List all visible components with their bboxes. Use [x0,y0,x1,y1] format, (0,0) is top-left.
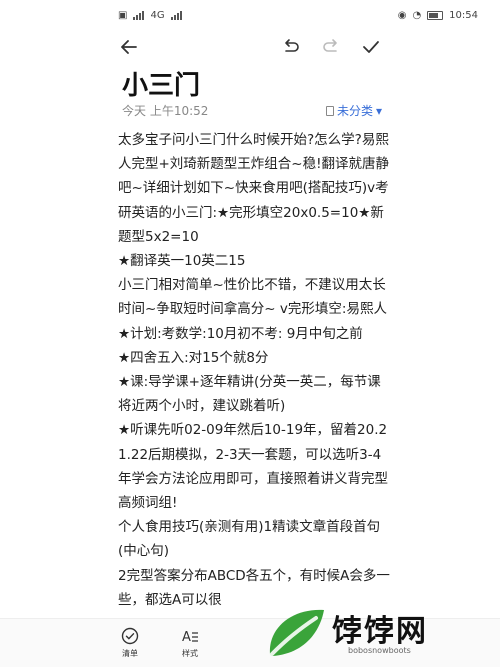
watermark-logo: 饽饽网 bobosnowboots [262,600,482,666]
editor-toolbar [0,32,500,62]
note-paragraph: 个人食用技巧(亲测有用)1精读文章首段首句(中心句) [118,519,381,560]
note-body[interactable]: 太多宝子问小三门什么时候开始?怎么学?易熙人完型+刘琦新题型王炸组合~稳!翻译就… [118,128,390,616]
undo-icon [285,39,299,52]
note-paragraph: ★四舍五入:对15个就8分 [118,349,269,366]
note-paragraph: ★翻译英一10英二15 [118,253,246,270]
signal-icon [133,10,145,20]
done-button[interactable] [356,32,386,62]
status-time: 10:54 [449,9,478,21]
note-meta: 今天 上午10:52 未分类 ▾ [122,102,382,119]
battery-icon [427,10,444,20]
note-timestamp: 今天 上午10:52 [122,104,209,118]
back-arrow-icon [121,40,137,54]
note-paragraph: ★听课先听02-09年然后10-19年，留着20.21.22后期模拟，2-3天一… [118,422,388,512]
leaf-logo-icon [269,609,324,656]
style-label: 样式 [182,649,198,658]
category-label: 未分类 [336,104,373,118]
text-style-icon: A [182,630,198,645]
note-paragraph: 小三门相对简单~性价比不错，不建议用太长时间~争取短时间拿高分~ v完形填空:易… [118,277,387,342]
checkmark-icon [363,41,379,53]
status-left: ▣ 4G [118,10,182,21]
status-bar: ▣ 4G ◉ ◔ 10:54 [0,0,500,30]
sim-icon: ▣ [118,9,128,21]
redo-icon [323,39,337,52]
checklist-label: 清单 [122,649,138,658]
note-title[interactable]: 小三门 [122,65,200,102]
caret-down-icon: ▾ [375,103,382,118]
check-circle-icon [121,627,139,645]
network-type: 4G [150,9,165,21]
style-button[interactable]: A 样式 [170,627,210,659]
undo-button[interactable] [276,32,306,62]
note-paragraph: ★课:导学课+逐年精讲(分英一英二，每节课将近两个小时，建议跳着听) [118,374,381,415]
watermark-subtext: bobosnowboots [348,646,411,655]
back-button[interactable] [114,32,144,62]
watermark-text: 饽饽网 [332,614,428,649]
alarm-icon: ◔ [412,9,422,21]
eye-icon: ◉ [397,9,407,21]
redo-button[interactable] [316,32,346,62]
status-right: ◉ ◔ 10:54 [398,10,478,21]
svg-text:A: A [182,630,191,645]
document-icon [325,105,334,116]
category-selector[interactable]: 未分类 ▾ [325,102,382,119]
checklist-button[interactable]: 清单 [110,627,150,659]
signal-icon-2 [170,10,182,20]
note-paragraph: 太多宝子问小三门什么时候开始?怎么学?易熙人完型+刘琦新题型王炸组合~稳!翻译就… [118,132,390,245]
